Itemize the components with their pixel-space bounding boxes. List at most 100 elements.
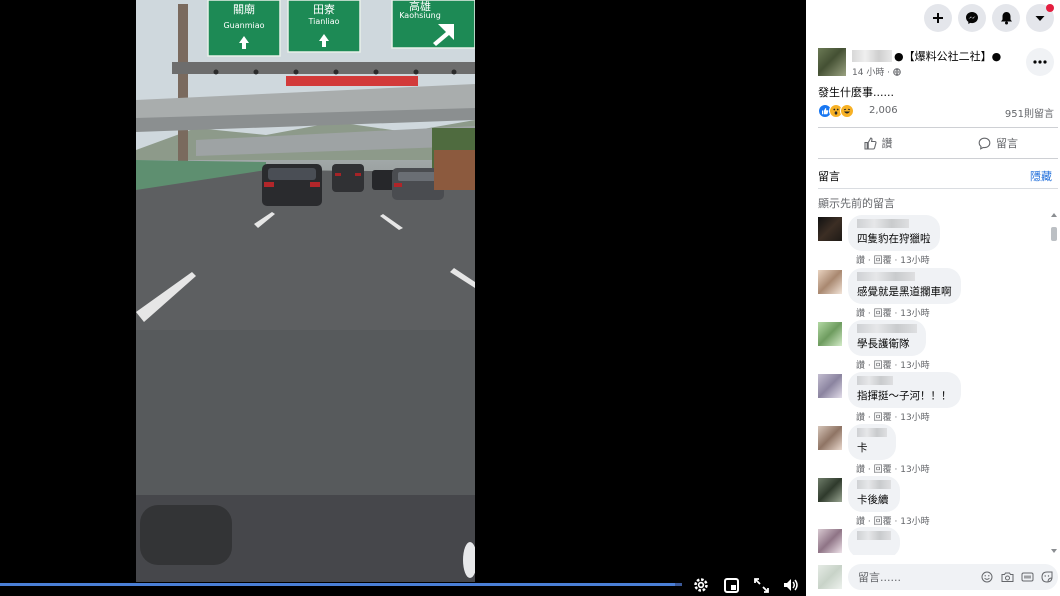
comments-scrollbar[interactable] (1050, 213, 1058, 553)
comment-reply-link[interactable]: 回覆 (874, 256, 892, 266)
commenter-avatar[interactable] (818, 374, 842, 398)
video-player[interactable]: 關廟 Guanmiao 田寮 Tianliao 高雄 Kaohsiung (0, 0, 806, 596)
comment-reply-link[interactable]: 回覆 (874, 465, 892, 475)
commenter-name-blurred[interactable] (857, 480, 891, 489)
haha-reaction-icon (840, 104, 854, 118)
show-previous-comments-link[interactable]: 顯示先前的留言 (818, 195, 895, 211)
post-actions-bar: 讚 留言 (818, 127, 1058, 159)
notifications-button[interactable] (992, 4, 1020, 32)
comment-text: 卡 (857, 442, 868, 454)
svg-text:Guanmiao: Guanmiao (223, 21, 264, 30)
comment-time[interactable]: 13小時 (900, 465, 929, 475)
like-label: 讚 (881, 137, 893, 150)
settings-gear-icon[interactable] (692, 576, 710, 594)
account-menu-button[interactable] (1026, 4, 1054, 32)
comment-text: 指揮挺～子河！！！ (857, 390, 952, 402)
composer-icons (980, 570, 1054, 584)
commenter-avatar[interactable] (818, 217, 842, 241)
picture-in-picture-icon[interactable] (722, 576, 740, 594)
globe-icon (893, 68, 901, 77)
post-timestamp[interactable]: 14 小時 · (852, 65, 901, 78)
commenter-name-blurred[interactable] (857, 531, 891, 540)
caret-down-icon (1035, 16, 1045, 21)
comment-reply-link[interactable]: 回覆 (874, 309, 892, 319)
comments-list: 四隻豹在狩獵啦 讚 · 回覆 · 13小時 感覺就是黑道攔車啊 讚 · 回覆 ·… (818, 215, 1050, 555)
sign-kaohsiung (391, 0, 475, 49)
comment-like-link[interactable]: 讚 (856, 309, 865, 319)
author-avatar[interactable] (818, 48, 846, 76)
top-actions (924, 4, 1054, 32)
commenter-name-blurred[interactable] (857, 376, 893, 385)
comment-reply-link[interactable]: 回覆 (874, 517, 892, 527)
reaction-count[interactable]: 2,006 (869, 105, 898, 116)
comment-bubble: 學長護衛隊 (848, 320, 926, 356)
comment-text: 學長護衛隊 (857, 338, 910, 350)
video-progress-fill (0, 583, 676, 586)
hide-comments-link[interactable]: 隱藏 (1030, 168, 1052, 184)
comment-meta: 讚 · 回覆 · 13小時 (856, 256, 930, 266)
comment-like-link[interactable]: 讚 (856, 413, 865, 423)
commenter-avatar[interactable] (818, 478, 842, 502)
commenter-avatar[interactable] (818, 529, 842, 553)
camera-icon[interactable] (1000, 570, 1014, 584)
comment-time[interactable]: 13小時 (900, 256, 929, 266)
comment-like-link[interactable]: 讚 (856, 361, 865, 371)
commenter-name-blurred[interactable] (857, 272, 915, 281)
author-name-blurred (852, 50, 892, 62)
svg-text:Tianliao: Tianliao (307, 17, 339, 26)
fullscreen-icon[interactable] (752, 576, 770, 594)
video-frame[interactable]: 關廟 Guanmiao 田寮 Tianliao 高雄 Kaohsiung (136, 0, 475, 582)
comment-text: 卡後續 (857, 494, 889, 506)
comment-count[interactable]: 951則留言 (1005, 105, 1054, 120)
comment-reply-link[interactable]: 回覆 (874, 361, 892, 371)
svg-text:關廟: 關廟 (233, 2, 255, 16)
comment-meta: 讚 · 回覆 · 13小時 (856, 465, 930, 475)
commenter-name-blurred[interactable] (857, 219, 909, 228)
plus-icon (933, 13, 943, 23)
post-more-button[interactable] (1026, 48, 1054, 76)
comment-time[interactable]: 13小時 (900, 309, 929, 319)
emoji-icon[interactable] (980, 570, 994, 584)
messenger-button[interactable] (958, 4, 986, 32)
post-time-text: 14 小時 · (852, 68, 893, 78)
comment-label: 留言 (996, 137, 1018, 150)
commenter-name-blurred[interactable] (857, 428, 887, 437)
comment-time[interactable]: 13小時 (900, 517, 929, 527)
comment-button[interactable]: 留言 (938, 128, 1058, 158)
more-dots-icon (1033, 60, 1047, 64)
gif-icon[interactable] (1020, 570, 1034, 584)
commenter-avatar[interactable] (818, 270, 842, 294)
comment-bubble: 四隻豹在狩獵啦 (848, 215, 940, 251)
comment-bubble: 卡 (848, 424, 896, 460)
reaction-icons[interactable] (818, 104, 854, 118)
comment-composer (818, 562, 1058, 592)
highway-scene: 關廟 Guanmiao 田寮 Tianliao 高雄 Kaohsiung (136, 0, 475, 582)
scroll-thumb[interactable] (1051, 227, 1057, 241)
comments-title: 留言 (818, 170, 840, 183)
comment-time[interactable]: 13小時 (900, 361, 929, 371)
comment-reply-link[interactable]: 回覆 (874, 413, 892, 423)
comment-bubble (848, 527, 900, 555)
comment-meta: 讚 · 回覆 · 13小時 (856, 309, 930, 319)
page-name[interactable]: ●【爆料公社二社】● (894, 48, 1001, 64)
commenter-avatar[interactable] (818, 426, 842, 450)
comment-like-link[interactable]: 讚 (856, 517, 865, 527)
comment-text: 感覺就是黑道攔車啊 (857, 286, 952, 298)
scroll-down-arrow-icon[interactable] (1051, 549, 1057, 553)
commenter-name-blurred[interactable] (857, 324, 917, 333)
current-user-avatar[interactable] (818, 565, 842, 589)
volume-icon[interactable] (782, 576, 800, 594)
comment-time[interactable]: 13小時 (900, 413, 929, 423)
comment-like-link[interactable]: 讚 (856, 465, 865, 475)
thumbs-up-icon (863, 136, 877, 150)
post-header: ●【爆料公社二社】● 14 小時 · (818, 48, 1054, 80)
like-button[interactable]: 讚 (818, 128, 938, 158)
video-progress-bar[interactable] (0, 583, 682, 586)
scroll-up-arrow-icon[interactable] (1051, 213, 1057, 217)
create-plus-button[interactable] (924, 4, 952, 32)
post-text: 發生什麼事...... (818, 86, 894, 99)
sticker-icon[interactable] (1040, 570, 1054, 584)
post-sidebar: ●【爆料公社二社】● 14 小時 · 發生什麼事...... 2,006 951… (806, 0, 1060, 596)
comment-like-link[interactable]: 讚 (856, 256, 865, 266)
commenter-avatar[interactable] (818, 322, 842, 346)
